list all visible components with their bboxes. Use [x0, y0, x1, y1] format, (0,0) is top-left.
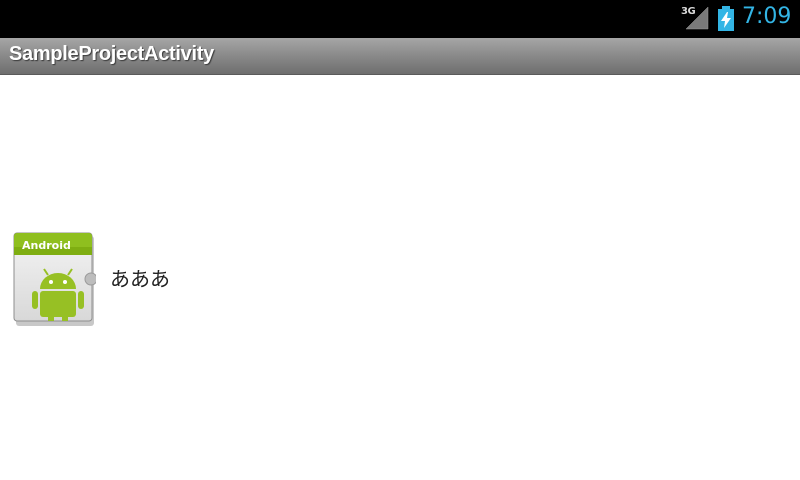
android-app-icon: Android [13, 232, 96, 326]
battery-charging-icon [718, 6, 734, 31]
action-bar: SampleProjectActivity [0, 38, 800, 75]
app-title: SampleProjectActivity [9, 43, 214, 65]
clock: 7:09 [742, 4, 792, 29]
list-item[interactable]: Android あああ [12, 231, 412, 331]
status-bar: 3G 7:09 [0, 0, 800, 38]
signal-strength-icon [685, 6, 709, 30]
list-item-label: あああ [110, 267, 170, 291]
icon-banner-text: Android [22, 239, 71, 252]
content-area: Android あああ [0, 75, 800, 480]
